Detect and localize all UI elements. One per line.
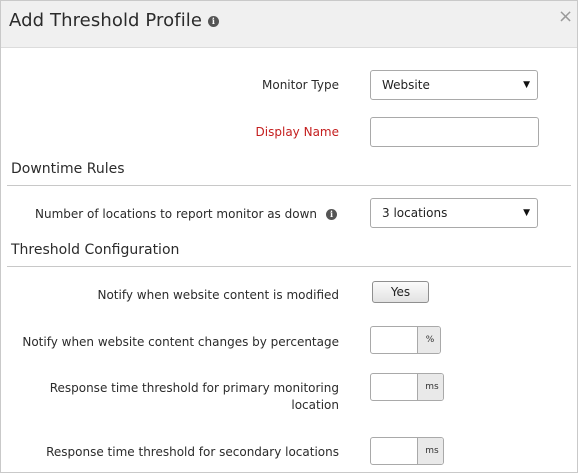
response-primary-group: ms (370, 373, 444, 401)
content-change-pct-label: Notify when website content changes by p… (22, 335, 339, 349)
ms-unit: ms (417, 374, 443, 400)
info-icon[interactable]: i (208, 16, 219, 27)
monitor-type-label: Monitor Type (262, 78, 339, 92)
ms-unit: ms (417, 438, 443, 464)
add-threshold-profile-dialog: Add Threshold Profile i × Monitor Type W… (0, 0, 578, 473)
dialog-header: Add Threshold Profile i × (1, 1, 577, 48)
info-icon[interactable]: i (326, 209, 337, 220)
display-name-input[interactable] (370, 117, 539, 147)
chevron-down-icon: ▼ (523, 208, 530, 218)
locations-select[interactable]: 3 locations ▼ (370, 198, 538, 228)
content-change-pct-group: % (370, 326, 441, 354)
threshold-config-divider (7, 266, 571, 267)
response-secondary-label: Response time threshold for secondary lo… (46, 445, 339, 459)
response-primary-label-line1: Response time threshold for primary moni… (49, 381, 339, 395)
content-change-pct-input[interactable] (371, 327, 417, 353)
locations-label: Number of locations to report monitor as… (35, 207, 317, 221)
response-primary-input[interactable] (371, 374, 417, 400)
content-modified-yes-button[interactable]: Yes (372, 281, 429, 303)
locations-value: 3 locations (382, 206, 448, 220)
response-secondary-group: ms (370, 437, 444, 465)
dialog-title: Add Threshold Profile i (9, 10, 219, 31)
downtime-rules-divider (7, 185, 571, 186)
monitor-type-select[interactable]: Website ▼ (370, 70, 538, 100)
monitor-type-value: Website (382, 78, 430, 92)
response-secondary-input[interactable] (371, 438, 417, 464)
content-modified-label: Notify when website content is modified (97, 288, 339, 302)
dialog-title-text: Add Threshold Profile (9, 10, 203, 31)
display-name-label: Display Name (255, 125, 339, 139)
response-primary-label-line2: location (291, 398, 339, 412)
close-icon[interactable]: × (558, 8, 573, 26)
threshold-config-heading: Threshold Configuration (11, 242, 180, 258)
downtime-rules-heading: Downtime Rules (11, 161, 125, 177)
chevron-down-icon: ▼ (523, 80, 530, 90)
percent-unit: % (417, 327, 440, 353)
